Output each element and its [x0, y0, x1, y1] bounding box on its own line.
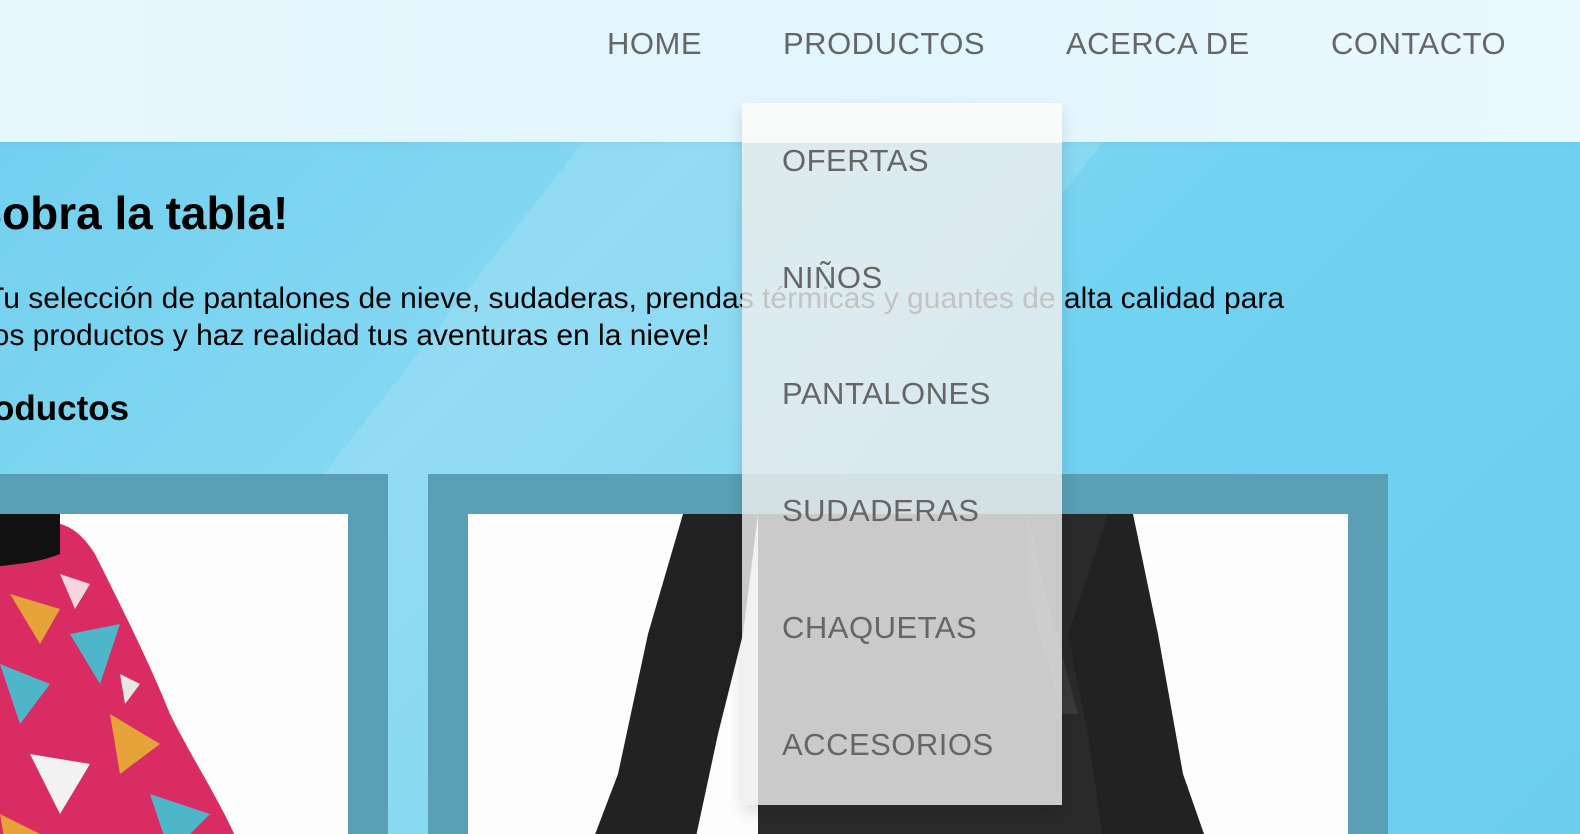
dropdown-item-ninos[interactable]: NIÑOS: [782, 260, 883, 296]
dropdown-item-ofertas[interactable]: OFERTAS: [782, 143, 929, 179]
product-image-colorful-jacket[interactable]: [0, 514, 348, 834]
product-card[interactable]: [0, 474, 388, 834]
products-section-title: Productos: [0, 389, 130, 428]
nav-productos[interactable]: PRODUCTOS: [783, 26, 985, 62]
nav-home[interactable]: HOME: [607, 26, 702, 62]
dropdown-item-accesorios[interactable]: ACCESORIOS: [782, 727, 994, 763]
colorful-jacket-image: [0, 514, 348, 834]
dropdown-top-highlight: [742, 103, 1062, 143]
dropdown-item-sudaderas[interactable]: SUDADERAS: [782, 493, 979, 529]
hero-description-line-1: Tu selección de pantalones de nieve, sud…: [0, 282, 1285, 315]
hero-description: Tu selección de pantalones de nieve, sud…: [0, 280, 1284, 354]
dropdown-item-pantalones[interactable]: PANTALONES: [782, 376, 991, 412]
productos-dropdown-menu: OFERTAS NIÑOS PANTALONES SUDADERAS CHAQU…: [742, 103, 1062, 805]
hero-title: ¡Sobra la tabla!: [0, 187, 289, 239]
hero-description-line-2: los productos y haz realidad tus aventur…: [0, 319, 710, 352]
nav-acerca-de[interactable]: ACERCA DE: [1066, 26, 1250, 62]
dropdown-item-chaquetas[interactable]: CHAQUETAS: [782, 610, 977, 646]
nav-contacto[interactable]: CONTACTO: [1331, 26, 1506, 62]
